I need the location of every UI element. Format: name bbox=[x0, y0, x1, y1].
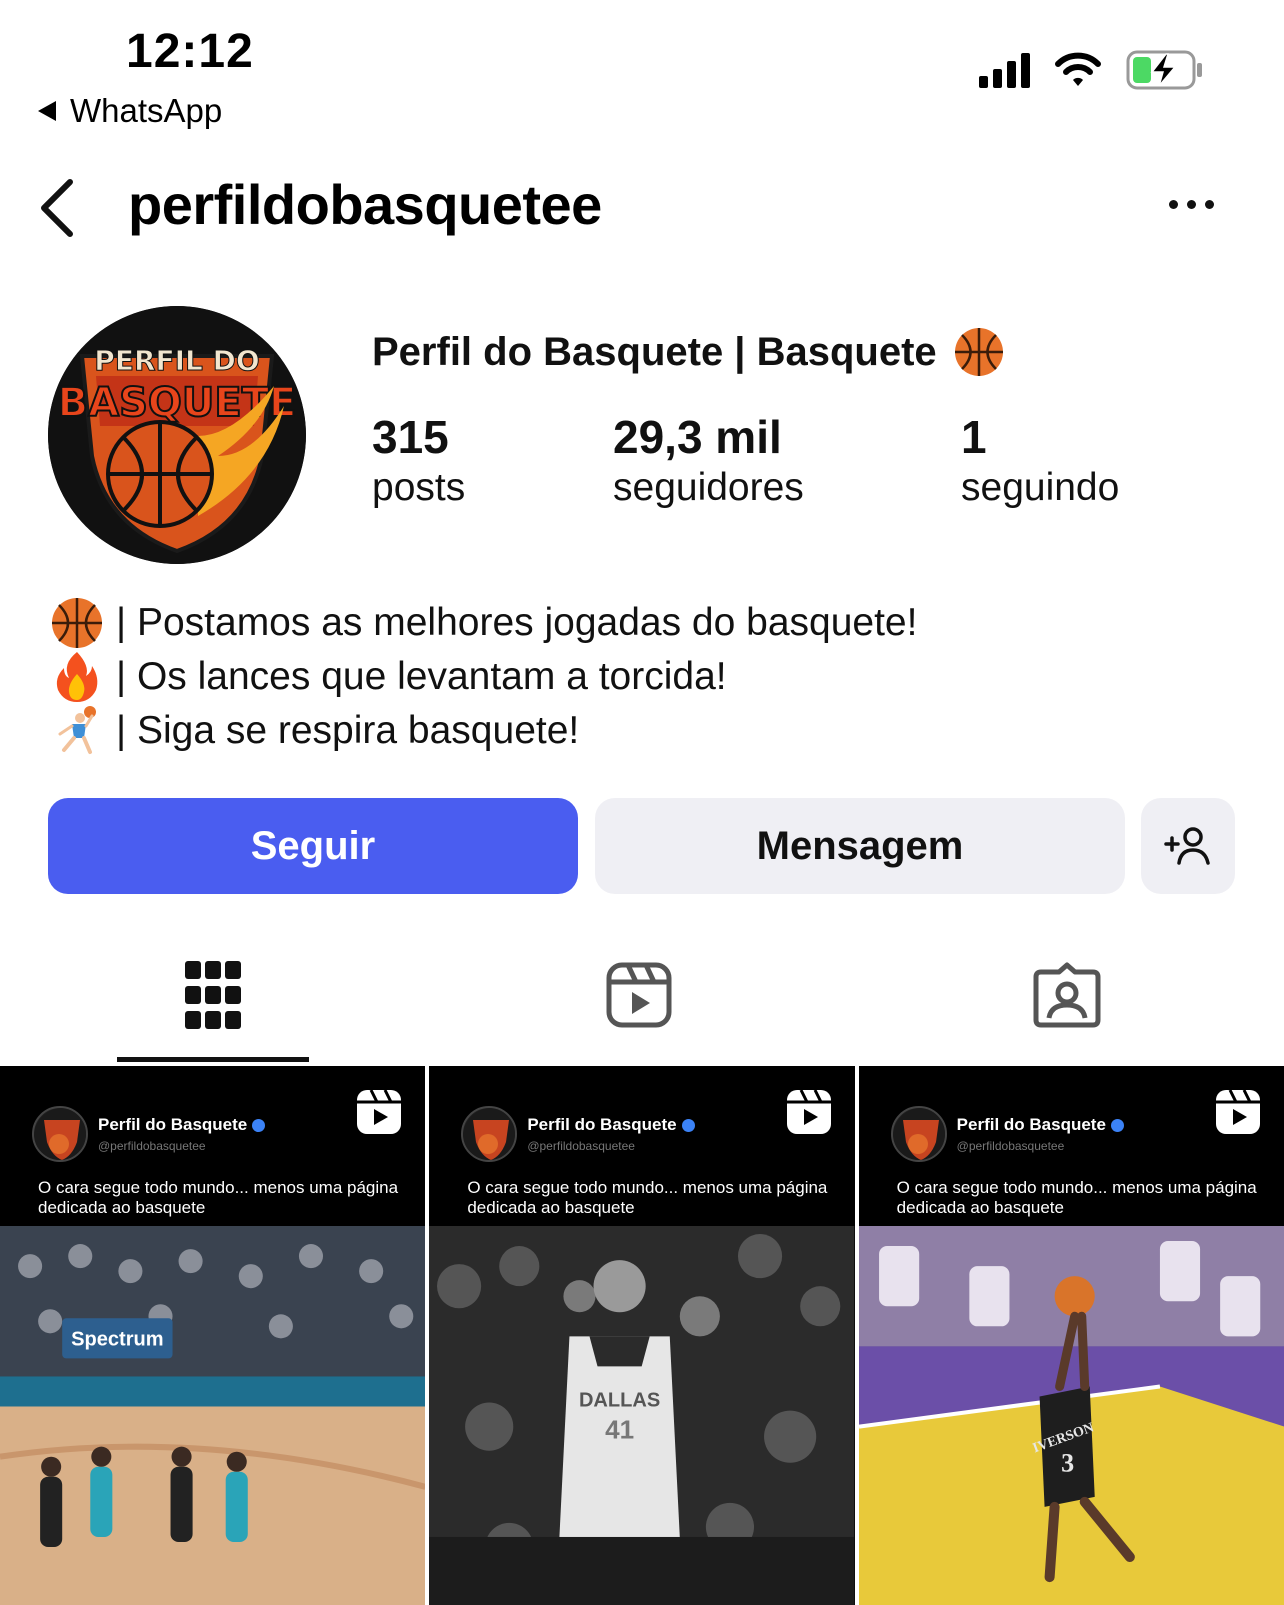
verified-icon bbox=[1110, 1118, 1124, 1132]
jersey-number: 3 bbox=[1061, 1449, 1074, 1478]
bio-line: | Postamos as melhores jogadas do basque… bbox=[50, 596, 917, 650]
page-title: perfildobasquetee bbox=[128, 173, 602, 236]
bio-text: | Postamos as melhores jogadas do basque… bbox=[116, 601, 918, 644]
reels-badge-icon bbox=[357, 1089, 402, 1134]
post-author: Perfil do Basquete bbox=[98, 1115, 266, 1135]
stat-followers-value: 29,3 mil bbox=[613, 411, 782, 463]
verified-icon bbox=[681, 1118, 695, 1132]
verified-icon bbox=[252, 1118, 266, 1132]
stat-following-label: seguindo bbox=[961, 466, 1120, 510]
tab-grid[interactable] bbox=[173, 955, 253, 1035]
back-app-label: WhatsApp bbox=[70, 92, 223, 129]
post-caption: O cara segue todo mundo... menos uma pág… bbox=[38, 1178, 399, 1217]
basketball-player-emoji-icon bbox=[58, 706, 96, 754]
basketball-emoji-icon bbox=[52, 598, 102, 648]
logo-line-1: PERFIL DO bbox=[94, 344, 259, 377]
chevron-left-icon[interactable] bbox=[38, 178, 78, 238]
bio-text: | Siga se respira basquete! bbox=[116, 709, 580, 752]
display-name-text: Perfil do Basquete | Basquete bbox=[372, 329, 937, 374]
stat-followers[interactable]: 29,3 mil seguidores bbox=[613, 410, 804, 512]
stat-followers-label: seguidores bbox=[613, 466, 804, 510]
post-image: Spectrum bbox=[0, 1226, 426, 1605]
add-person-icon bbox=[1164, 827, 1210, 865]
post-avatar bbox=[461, 1106, 518, 1162]
post-thumbnail[interactable]: Perfil do Basquete @perfildobasquetee O … bbox=[858, 1066, 1284, 1605]
add-user-button[interactable] bbox=[1141, 798, 1235, 894]
avatar[interactable]: PERFIL DO BASQUETE bbox=[48, 306, 306, 564]
tab-reels[interactable] bbox=[599, 955, 679, 1035]
reels-badge-icon bbox=[786, 1089, 831, 1134]
status-icons bbox=[979, 50, 1204, 90]
follow-button[interactable]: Seguir bbox=[48, 798, 578, 894]
post-caption: O cara segue todo mundo... menos uma pág… bbox=[896, 1178, 1257, 1217]
reels-badge-icon bbox=[1215, 1089, 1260, 1134]
post-handle: @perfildobasquetee bbox=[527, 1139, 635, 1153]
bio-line: | Siga se respira basquete! bbox=[50, 704, 917, 758]
bio-line: | Os lances que levantam a torcida! bbox=[50, 650, 917, 704]
stat-posts-value: 315 bbox=[372, 411, 449, 463]
post-header: Perfil do Basquete @perfildobasquetee bbox=[461, 1106, 695, 1162]
active-tab-underline bbox=[117, 1057, 309, 1062]
back-triangle-icon bbox=[38, 101, 56, 121]
post-image: IVERSON 3 bbox=[858, 1226, 1284, 1605]
battery-charging-icon bbox=[1126, 50, 1202, 90]
post-header: Perfil do Basquete @perfildobasquetee bbox=[32, 1106, 266, 1162]
basketball-emoji-icon bbox=[954, 328, 1003, 376]
jersey-text: DALLAS bbox=[579, 1390, 660, 1412]
reels-icon bbox=[606, 962, 672, 1028]
post-thumbnail[interactable]: Perfil do Basquete @perfildobasquetee O … bbox=[429, 1066, 855, 1605]
tab-tagged[interactable] bbox=[1027, 955, 1107, 1035]
fire-emoji-icon bbox=[56, 652, 98, 702]
stat-following-value: 1 bbox=[961, 411, 987, 463]
post-handle: @perfildobasquetee bbox=[956, 1139, 1065, 1153]
post-thumbnail[interactable]: Perfil do Basquete @perfildobasquetee O … bbox=[0, 1066, 426, 1605]
grid-icon bbox=[185, 961, 241, 1029]
bio-text: | Os lances que levantam a torcida! bbox=[116, 655, 727, 698]
jersey-number: 41 bbox=[605, 1415, 634, 1445]
status-time: 12:12 bbox=[126, 25, 254, 78]
post-header: Perfil do Basquete @perfildobasquetee bbox=[890, 1106, 1124, 1162]
post-caption: O cara segue todo mundo... menos uma pág… bbox=[467, 1178, 828, 1217]
post-author: Perfil do Basquete bbox=[957, 1115, 1124, 1135]
bio: | Postamos as melhores jogadas do basque… bbox=[50, 596, 917, 758]
post-handle: @perfildobasquetee bbox=[98, 1139, 206, 1153]
message-button[interactable]: Mensagem bbox=[595, 798, 1125, 894]
post-image: DALLAS 41 bbox=[429, 1226, 855, 1605]
stat-posts[interactable]: 315 posts bbox=[372, 410, 465, 512]
basketball-logo-icon: PERFIL DO BASQUETE bbox=[48, 306, 306, 564]
stat-posts-label: posts bbox=[372, 466, 466, 510]
back-to-app-link[interactable]: WhatsApp bbox=[38, 92, 222, 130]
post-author: Perfil do Basquete bbox=[527, 1115, 695, 1135]
display-name: Perfil do Basquete | Basquete bbox=[372, 326, 1005, 378]
post-avatar bbox=[32, 1106, 88, 1162]
arena-sign-text: Spectrum bbox=[71, 1328, 163, 1350]
stat-following[interactable]: 1 seguindo bbox=[961, 410, 1119, 512]
more-options-button[interactable] bbox=[1169, 200, 1214, 209]
signal-icon bbox=[979, 52, 1030, 88]
tagged-icon bbox=[1033, 962, 1101, 1028]
post-avatar bbox=[890, 1106, 947, 1162]
more-horizontal-icon bbox=[1169, 200, 1178, 209]
wifi-icon bbox=[1055, 52, 1101, 86]
post-grid: Perfil do Basquete @perfildobasquetee O … bbox=[0, 1066, 1284, 1605]
